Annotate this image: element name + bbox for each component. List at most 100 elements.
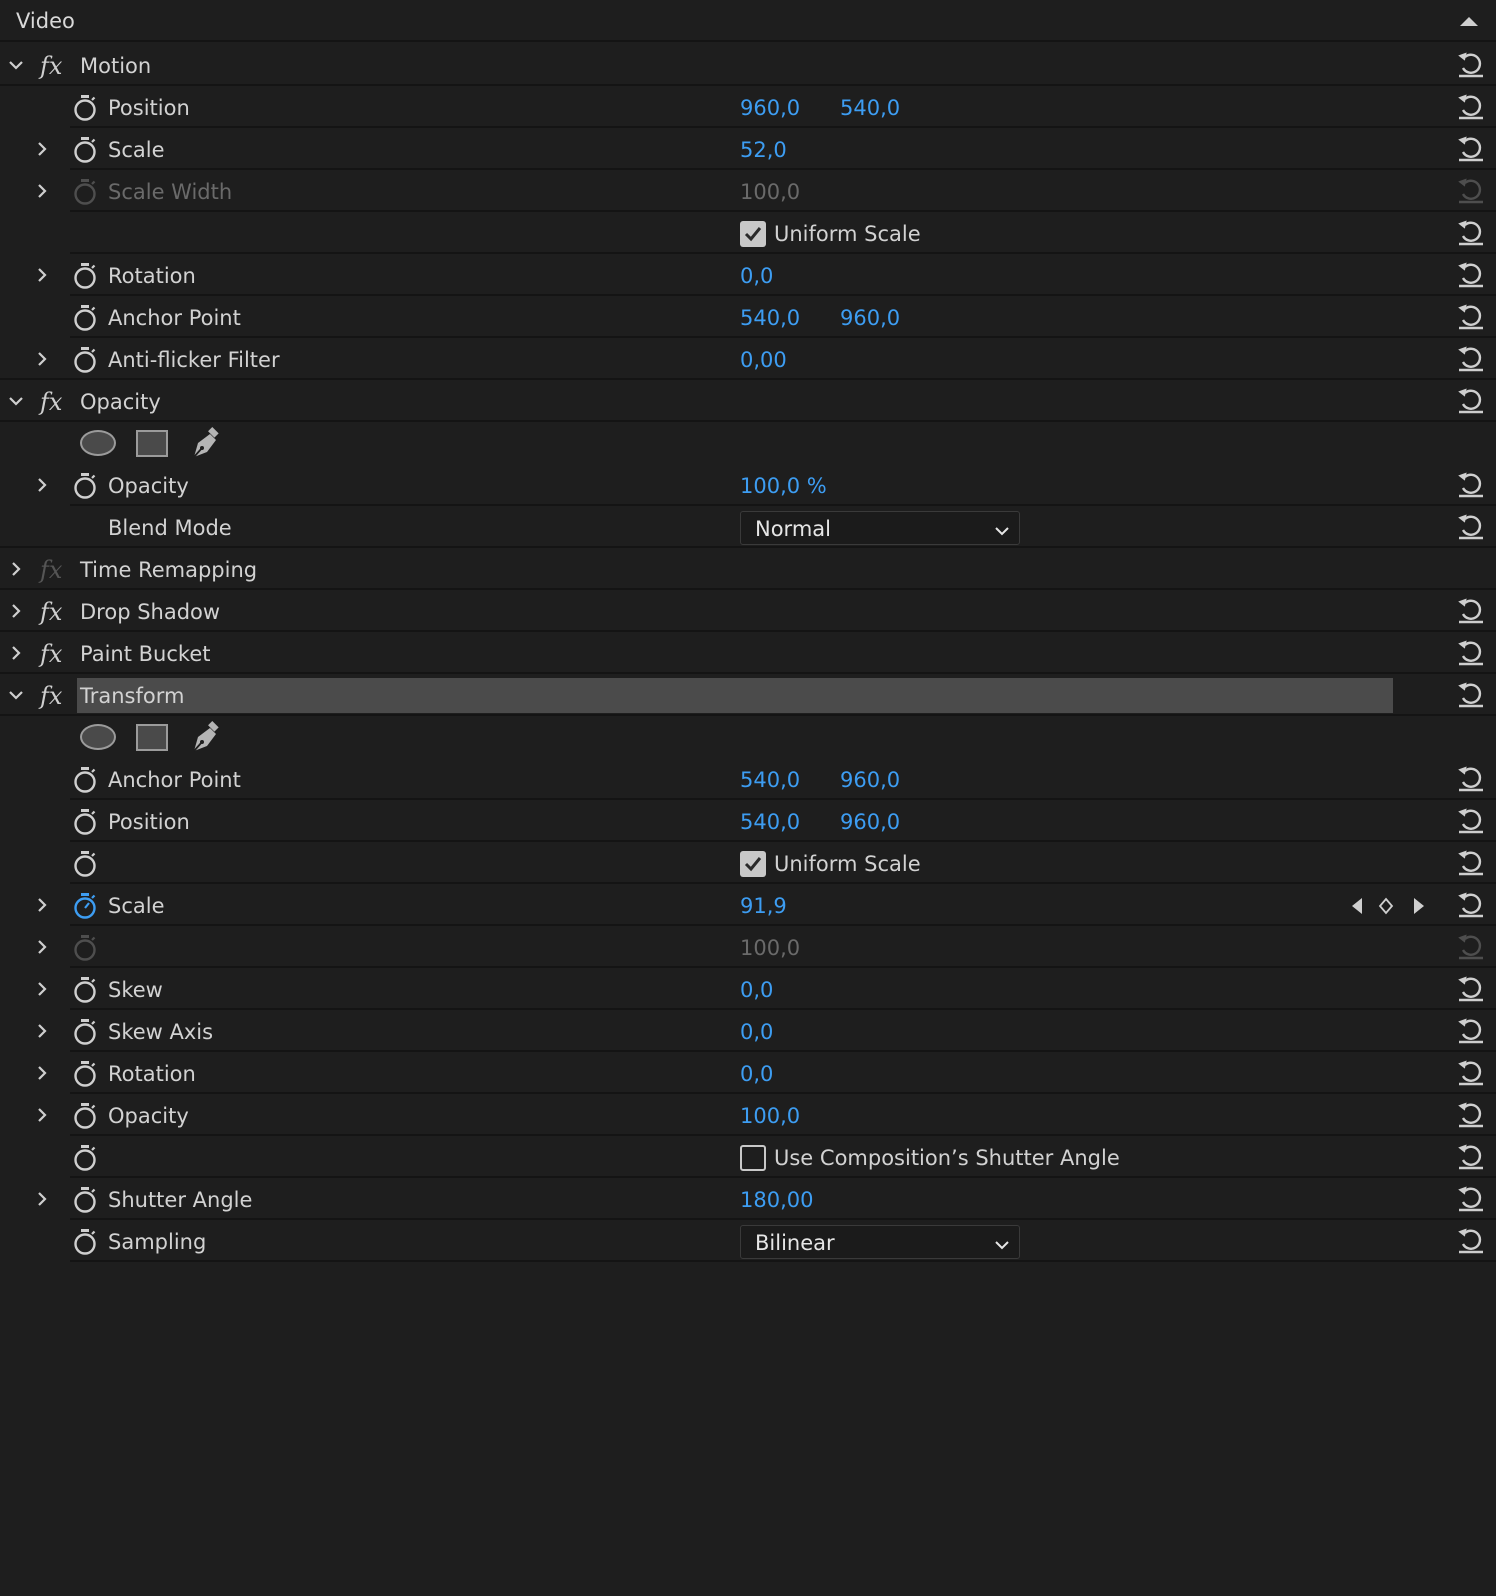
- reset-icon[interactable]: [1456, 1017, 1486, 1045]
- fx-icon[interactable]: fx: [40, 52, 62, 80]
- chevron-right-icon[interactable]: [34, 1189, 50, 1209]
- position-x-value[interactable]: 960,0: [740, 96, 800, 120]
- blend-mode-dropdown[interactable]: Normal: [740, 511, 1020, 545]
- previous-keyframe-icon[interactable]: [1350, 896, 1364, 920]
- anchor-y-value[interactable]: 960,0: [840, 768, 900, 792]
- chevron-right-icon[interactable]: [8, 559, 24, 579]
- reset-icon[interactable]: [1456, 1101, 1486, 1129]
- chevron-right-icon[interactable]: [34, 181, 50, 201]
- time-remapping-row[interactable]: fx Time Remapping: [0, 548, 1496, 590]
- chevron-right-icon[interactable]: [34, 265, 50, 285]
- chevron-right-icon[interactable]: [34, 895, 50, 915]
- fx-icon[interactable]: fx: [40, 682, 62, 710]
- reset-icon[interactable]: [1456, 849, 1486, 877]
- chevron-right-icon[interactable]: [34, 475, 50, 495]
- reset-icon[interactable]: [1456, 1185, 1486, 1213]
- rotation-value[interactable]: 0,0: [740, 264, 773, 288]
- opacity-value[interactable]: 100,0: [740, 1104, 800, 1128]
- uniform-scale-checkbox[interactable]: [740, 221, 766, 247]
- position-x-value[interactable]: 540,0: [740, 810, 800, 834]
- position-y-value[interactable]: 960,0: [840, 810, 900, 834]
- stopwatch-icon[interactable]: [72, 976, 98, 1004]
- drop-shadow-row[interactable]: fx Drop Shadow: [0, 590, 1496, 632]
- stopwatch-icon[interactable]: [72, 1060, 98, 1088]
- transform-section-header[interactable]: fx Transform: [0, 674, 1496, 716]
- paint-bucket-row[interactable]: fx Paint Bucket: [0, 632, 1496, 674]
- chevron-right-icon[interactable]: [34, 1063, 50, 1083]
- anchor-y-value[interactable]: 960,0: [840, 306, 900, 330]
- stopwatch-icon[interactable]: [72, 304, 98, 332]
- skew-value[interactable]: 0,0: [740, 978, 773, 1002]
- chevron-right-icon[interactable]: [8, 643, 24, 663]
- reset-icon[interactable]: [1456, 261, 1486, 289]
- position-y-value[interactable]: 540,0: [840, 96, 900, 120]
- stopwatch-icon[interactable]: [72, 850, 98, 878]
- reset-icon[interactable]: [1456, 345, 1486, 373]
- reset-icon[interactable]: [1456, 93, 1486, 121]
- reset-icon[interactable]: [1456, 513, 1486, 541]
- next-keyframe-icon[interactable]: [1412, 896, 1426, 920]
- fx-icon[interactable]: fx: [40, 598, 62, 626]
- stopwatch-icon[interactable]: [72, 1144, 98, 1172]
- reset-icon[interactable]: [1456, 975, 1486, 1003]
- stopwatch-icon[interactable]: [72, 136, 98, 164]
- rectangle-mask-icon[interactable]: [136, 430, 168, 457]
- reset-icon[interactable]: [1456, 135, 1486, 163]
- reset-icon[interactable]: [1456, 681, 1486, 709]
- stopwatch-icon[interactable]: [72, 94, 98, 122]
- anchor-x-value[interactable]: 540,0: [740, 306, 800, 330]
- stopwatch-icon[interactable]: [72, 472, 98, 500]
- fx-icon[interactable]: fx: [40, 640, 62, 668]
- reset-icon[interactable]: [1456, 1059, 1486, 1087]
- rectangle-mask-icon[interactable]: [136, 724, 168, 751]
- reset-icon[interactable]: [1456, 639, 1486, 667]
- uniform-scale-checkbox[interactable]: [740, 851, 766, 877]
- chevron-right-icon[interactable]: [34, 1021, 50, 1041]
- chevron-right-icon[interactable]: [34, 349, 50, 369]
- stopwatch-icon[interactable]: [72, 766, 98, 794]
- chevron-right-icon[interactable]: [34, 979, 50, 999]
- add-keyframe-icon[interactable]: [1378, 896, 1394, 920]
- stopwatch-icon[interactable]: [72, 1102, 98, 1130]
- shutter-angle-value[interactable]: 180,00: [740, 1188, 813, 1212]
- sampling-dropdown[interactable]: Bilinear: [740, 1225, 1020, 1259]
- reset-icon[interactable]: [1456, 471, 1486, 499]
- opacity-section-header[interactable]: fx Opacity: [0, 380, 1496, 422]
- reset-icon[interactable]: [1456, 219, 1486, 247]
- stopwatch-icon[interactable]: [72, 1018, 98, 1046]
- reset-icon[interactable]: [1456, 807, 1486, 835]
- use-comp-shutter-checkbox[interactable]: [740, 1145, 766, 1171]
- chevron-right-icon[interactable]: [34, 1105, 50, 1125]
- stopwatch-icon[interactable]: [72, 1186, 98, 1214]
- stopwatch-icon[interactable]: [72, 346, 98, 374]
- reset-icon[interactable]: [1456, 387, 1486, 415]
- pen-mask-icon[interactable]: [188, 426, 222, 466]
- collapse-up-icon[interactable]: [1460, 17, 1478, 26]
- stopwatch-icon[interactable]: [72, 262, 98, 290]
- rotation-value[interactable]: 0,0: [740, 1062, 773, 1086]
- chevron-right-icon[interactable]: [8, 601, 24, 621]
- reset-icon[interactable]: [1456, 597, 1486, 625]
- chevron-down-icon[interactable]: [8, 685, 24, 705]
- reset-icon[interactable]: [1456, 51, 1486, 79]
- anchor-x-value[interactable]: 540,0: [740, 768, 800, 792]
- motion-section-header[interactable]: fx Motion: [0, 44, 1496, 86]
- reset-icon[interactable]: [1456, 765, 1486, 793]
- scale-value[interactable]: 91,9: [740, 894, 787, 918]
- stopwatch-icon[interactable]: [72, 808, 98, 836]
- stopwatch-icon[interactable]: [72, 1228, 98, 1256]
- anti-flicker-value[interactable]: 0,00: [740, 348, 787, 372]
- scale-value[interactable]: 52,0: [740, 138, 787, 162]
- reset-icon[interactable]: [1456, 303, 1486, 331]
- ellipse-mask-icon[interactable]: [80, 430, 116, 456]
- reset-icon[interactable]: [1456, 1143, 1486, 1171]
- chevron-down-icon[interactable]: [8, 391, 24, 411]
- reset-icon[interactable]: [1456, 891, 1486, 919]
- ellipse-mask-icon[interactable]: [80, 724, 116, 750]
- chevron-down-icon[interactable]: [8, 55, 24, 75]
- reset-icon[interactable]: [1456, 1227, 1486, 1255]
- fx-icon[interactable]: fx: [40, 388, 62, 416]
- skew-axis-value[interactable]: 0,0: [740, 1020, 773, 1044]
- chevron-right-icon[interactable]: [34, 937, 50, 957]
- stopwatch-active-icon[interactable]: [72, 892, 98, 920]
